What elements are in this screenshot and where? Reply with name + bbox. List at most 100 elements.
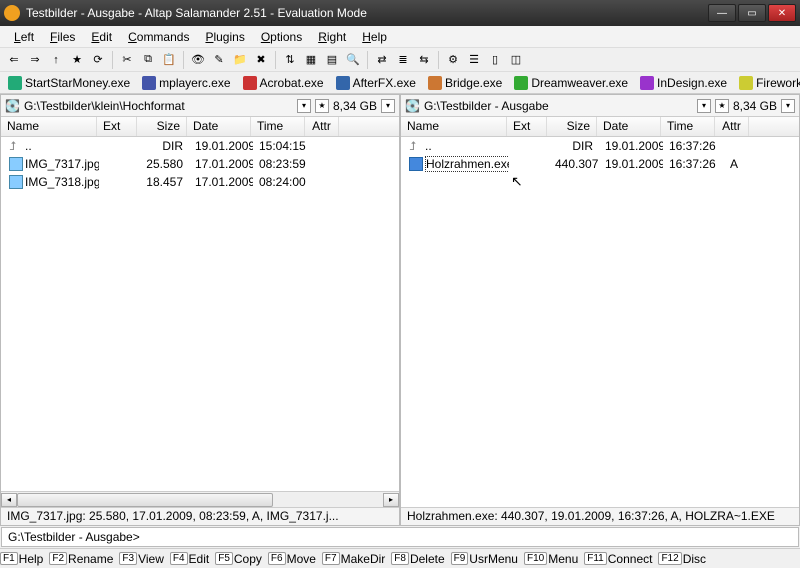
left-path[interactable]: G:\Testbilder\klein\Hochformat xyxy=(24,99,293,113)
separator xyxy=(367,51,368,69)
menu-options[interactable]: Options xyxy=(253,28,310,46)
drive-icon[interactable]: 💽 xyxy=(5,99,20,113)
tool-star-icon[interactable]: ★ xyxy=(67,50,87,70)
tool-find-icon[interactable]: 🔍 xyxy=(343,50,363,70)
menu-right[interactable]: Right xyxy=(310,28,354,46)
tool-sync-icon[interactable]: ⇆ xyxy=(414,50,434,70)
tool-sort-icon[interactable]: ⇅ xyxy=(280,50,300,70)
app-fireworks[interactable]: Fireworks.exe xyxy=(735,75,800,91)
maximize-button[interactable]: ▭ xyxy=(738,4,766,22)
main-toolbar: ⇐ ⇒ ↑ ★ ⟳ ✂ ⧉ 📋 👁 ✎ 📁 ✖ ⇅ ▦ ▤ 🔍 ⇄ ≣ ⇆ ⚙ … xyxy=(0,48,800,72)
cursor-icon: ↖ xyxy=(511,173,523,189)
col-ext[interactable]: Ext xyxy=(97,117,137,136)
app-mplayerc[interactable]: mplayerc.exe xyxy=(138,75,234,91)
col-name[interactable]: Name xyxy=(1,117,97,136)
fkey-edit[interactable]: F4Edit xyxy=(170,552,209,566)
tool-fwd-icon[interactable]: ⇒ xyxy=(25,50,45,70)
tool-compare-icon[interactable]: ≣ xyxy=(393,50,413,70)
app-afterfx[interactable]: AfterFX.exe xyxy=(332,75,420,91)
col-attr[interactable]: Attr xyxy=(715,117,749,136)
fkey-makedir[interactable]: F7MakeDir xyxy=(322,552,385,566)
left-path-dropdown[interactable]: ▾ xyxy=(297,99,311,113)
updir-icon: ⮥ xyxy=(409,139,423,153)
col-date[interactable]: Date xyxy=(597,117,661,136)
file-row[interactable]: IMG_7317.jpg25.58017.01.200908:23:59 xyxy=(1,155,399,173)
app-startstarmoney[interactable]: StartStarMoney.exe xyxy=(4,75,134,91)
col-date[interactable]: Date xyxy=(187,117,251,136)
right-file-list[interactable]: ⮥..DIR19.01.200916:37:26Holzrahmen.exe44… xyxy=(401,137,799,507)
close-button[interactable]: ✕ xyxy=(768,4,796,22)
tool-swap-icon[interactable]: ⇄ xyxy=(372,50,392,70)
minimize-button[interactable]: — xyxy=(708,4,736,22)
tool-copy-icon[interactable]: ⧉ xyxy=(138,50,158,70)
scroll-right-icon[interactable]: ▸ xyxy=(383,493,399,507)
tool-split-icon[interactable]: ◫ xyxy=(506,50,526,70)
fkey-usrmenu[interactable]: F9UsrMenu xyxy=(451,552,518,566)
left-path-star[interactable]: ★ xyxy=(315,99,329,113)
separator xyxy=(275,51,276,69)
fkey-disc[interactable]: F12Disc xyxy=(658,552,706,566)
tool-edit-icon[interactable]: ✎ xyxy=(209,50,229,70)
right-path-star[interactable]: ★ xyxy=(715,99,729,113)
tool-config-icon[interactable]: ⚙ xyxy=(443,50,463,70)
tool-cut-icon[interactable]: ✂ xyxy=(117,50,137,70)
app-acrobat[interactable]: Acrobat.exe xyxy=(239,75,328,91)
fkey-help[interactable]: F1Help xyxy=(0,552,43,566)
tool-layout-icon[interactable]: ▯ xyxy=(485,50,505,70)
menu-edit[interactable]: Edit xyxy=(83,28,120,46)
fkey-menu[interactable]: F10Menu xyxy=(524,552,578,566)
left-scrollbar[interactable]: ◂ ▸ xyxy=(1,491,399,507)
fkey-delete[interactable]: F8Delete xyxy=(391,552,444,566)
tool-back-icon[interactable]: ⇐ xyxy=(4,50,24,70)
fkey-key: F8 xyxy=(391,552,409,565)
col-size[interactable]: Size xyxy=(547,117,597,136)
left-file-list[interactable]: ⮥..DIR19.01.200915:04:15IMG_7317.jpg25.5… xyxy=(1,137,399,491)
fkey-connect[interactable]: F11Connect xyxy=(584,552,652,566)
col-ext[interactable]: Ext xyxy=(507,117,547,136)
command-line[interactable]: G:\Testbilder - Ausgabe> xyxy=(1,527,799,547)
left-column-header[interactable]: Name Ext Size Date Time Attr xyxy=(1,117,399,137)
tool-refresh-icon[interactable]: ⟳ xyxy=(88,50,108,70)
menu-left[interactable]: Left xyxy=(6,28,42,46)
fkey-view[interactable]: F3View xyxy=(119,552,163,566)
left-free-dropdown[interactable]: ▾ xyxy=(381,99,395,113)
col-name[interactable]: Name xyxy=(401,117,507,136)
separator xyxy=(183,51,184,69)
tool-select-icon[interactable]: ▦ xyxy=(301,50,321,70)
right-column-header[interactable]: Name Ext Size Date Time Attr xyxy=(401,117,799,137)
scroll-track[interactable] xyxy=(17,493,383,507)
file-row[interactable]: ⮥..DIR19.01.200915:04:15 xyxy=(1,137,399,155)
fkey-key: F11 xyxy=(584,552,607,565)
menu-files[interactable]: Files xyxy=(42,28,83,46)
menu-help[interactable]: Help xyxy=(354,28,395,46)
right-path[interactable]: G:\Testbilder - Ausgabe xyxy=(424,99,693,113)
tool-folder-icon[interactable]: 📁 xyxy=(230,50,250,70)
file-row[interactable]: ⮥..DIR19.01.200916:37:26 xyxy=(401,137,799,155)
file-row[interactable]: Holzrahmen.exe440.30719.01.200916:37:26A xyxy=(401,155,799,173)
right-path-dropdown[interactable]: ▾ xyxy=(697,99,711,113)
menu-plugins[interactable]: Plugins xyxy=(197,28,252,46)
scroll-left-icon[interactable]: ◂ xyxy=(1,493,17,507)
right-free-dropdown[interactable]: ▾ xyxy=(781,99,795,113)
app-dreamweaver[interactable]: Dreamweaver.exe xyxy=(510,75,632,91)
tool-view-icon[interactable]: 👁 xyxy=(188,50,208,70)
fkey-copy[interactable]: F5Copy xyxy=(215,552,262,566)
tool-menu-icon[interactable]: ☰ xyxy=(464,50,484,70)
tool-filter-icon[interactable]: ▤ xyxy=(322,50,342,70)
col-attr[interactable]: Attr xyxy=(305,117,339,136)
app-indesign[interactable]: InDesign.exe xyxy=(636,75,731,91)
col-time[interactable]: Time xyxy=(661,117,715,136)
col-time[interactable]: Time xyxy=(251,117,305,136)
tool-delete-icon[interactable]: ✖ xyxy=(251,50,271,70)
drive-icon[interactable]: 💽 xyxy=(405,99,420,113)
fkey-move[interactable]: F6Move xyxy=(268,552,316,566)
fkey-rename[interactable]: F2Rename xyxy=(49,552,113,566)
app-icon xyxy=(8,76,22,90)
menu-commands[interactable]: Commands xyxy=(120,28,197,46)
tool-paste-icon[interactable]: 📋 xyxy=(159,50,179,70)
file-row[interactable]: IMG_7318.jpg18.45717.01.200908:24:00 xyxy=(1,173,399,191)
app-bridge[interactable]: Bridge.exe xyxy=(424,75,506,91)
scroll-thumb[interactable] xyxy=(17,493,273,507)
col-size[interactable]: Size xyxy=(137,117,187,136)
tool-up-icon[interactable]: ↑ xyxy=(46,50,66,70)
